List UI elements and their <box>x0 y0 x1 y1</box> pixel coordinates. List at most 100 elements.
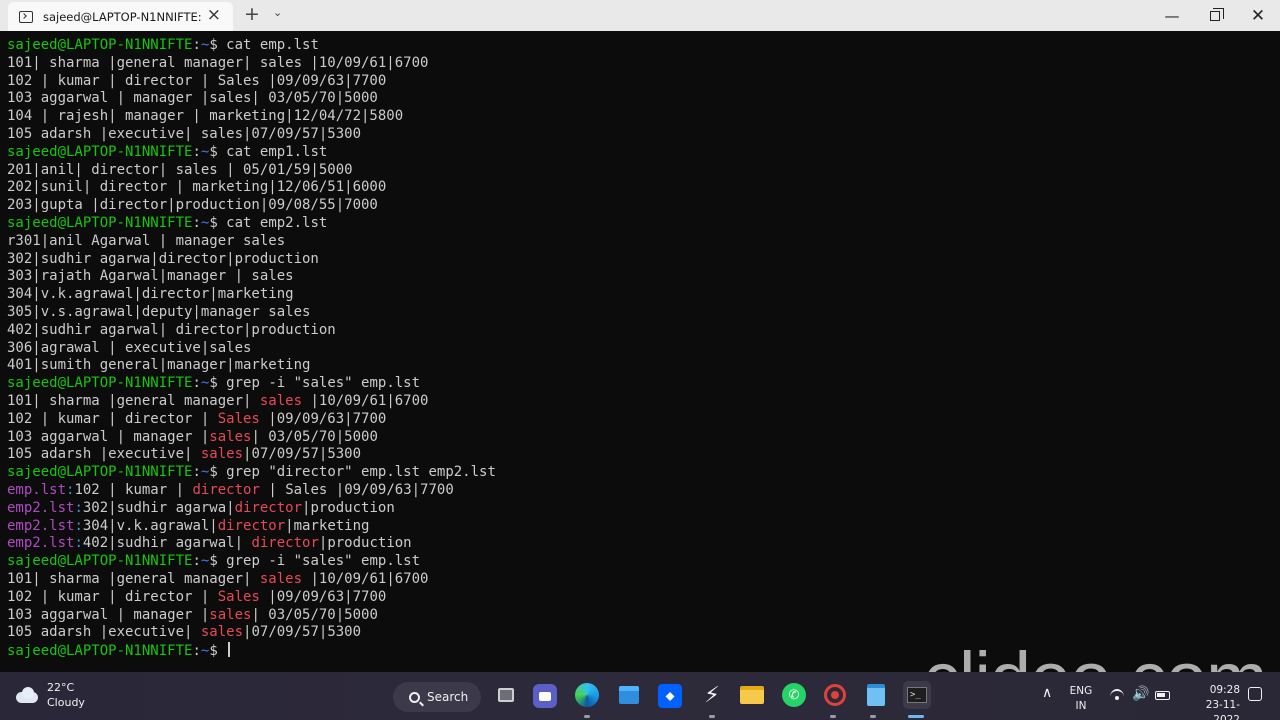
terminal-text: 304|v.k.agrawal| <box>82 517 218 534</box>
terminal-text: 201|anil| director| sales | 05/01/59|500… <box>7 161 353 178</box>
clock[interactable]: 09:28 23-11-2022 <box>1182 683 1240 720</box>
terminal-text: 104 | rajesh| manager | marketing|12/04/… <box>7 108 404 125</box>
grep-match: sales <box>209 606 252 623</box>
terminal-line: emp2.lst:304|v.k.agrawal|director|market… <box>7 518 496 536</box>
minimize-button[interactable]: — <box>1149 0 1195 31</box>
close-window-button[interactable]: ✕ <box>1235 0 1280 31</box>
grep-match: sales <box>200 624 244 641</box>
terminal-line: 203|gupta |director|production|09/08/55|… <box>7 197 496 215</box>
terminal-line: 102 | kumar | director | Sales |09/09/63… <box>7 411 496 429</box>
grep-match: sales <box>259 570 303 587</box>
terminal-text: : <box>74 535 83 552</box>
whatsapp-icon[interactable]: ✆ <box>781 682 807 708</box>
filezilla-icon[interactable]: ⚡ <box>699 682 725 708</box>
prompt-user-host: sajeed@LAPTOP-N1NNIFTE <box>7 553 193 570</box>
close-tab-icon[interactable]: × <box>207 7 221 24</box>
clock-time: 09:28 <box>1209 684 1240 696</box>
volume-icon[interactable]: 🔊 <box>1132 686 1149 702</box>
terminal-line: 101| sharma |general manager| sales |10/… <box>7 55 496 73</box>
terminal-line: 401|sumith general|manager|marketing <box>7 357 496 375</box>
terminal-text: : <box>192 143 201 160</box>
prompt-user-host: sajeed@LAPTOP-N1NNIFTE <box>7 37 193 53</box>
new-tab-button[interactable]: + <box>244 4 260 24</box>
prompt-user-host: sajeed@LAPTOP-N1NNIFTE <box>7 375 193 392</box>
search-label: Search <box>427 690 469 704</box>
active-app-indicator <box>908 715 924 718</box>
terminal-line: 105 adarsh |executive| sales|07/09/57|53… <box>7 624 496 642</box>
terminal-line: emp2.lst:402|sudhir agarwal| director|pr… <box>7 535 496 553</box>
terminal-line: 306|agrawal | executive|sales <box>7 340 496 358</box>
terminal-line: 105 adarsh |executive| sales|07/09/57|53… <box>7 126 496 144</box>
notepad-icon[interactable] <box>863 682 889 708</box>
dropbox-icon[interactable]: ⬥ <box>658 684 682 708</box>
terminal-line: 304|v.k.agrawal|director|marketing <box>7 286 496 304</box>
weather-widget[interactable]: 22°C Cloudy <box>14 680 85 710</box>
terminal-text: : <box>74 499 83 516</box>
battery-icon[interactable] <box>1155 691 1170 700</box>
show-hidden-icons-chevron[interactable]: ∧ <box>1042 685 1052 701</box>
terminal-line: 105 adarsh |executive| sales|07/09/57|53… <box>7 446 496 464</box>
terminal-line: 103 aggarwal | manager |sales| 03/05/70|… <box>7 607 496 625</box>
maximize-button[interactable] <box>1192 0 1238 31</box>
terminal-text: : <box>192 375 201 392</box>
edge-browser-icon[interactable] <box>574 682 600 708</box>
running-indicator <box>584 715 590 718</box>
language-indicator[interactable]: ENG IN <box>1068 684 1094 714</box>
terminal-text: $ grep "director" emp.lst emp2.lst <box>209 464 496 481</box>
teams-chat-icon[interactable] <box>533 684 557 708</box>
terminal-output[interactable]: sajeed@LAPTOP-N1NNIFTE:~$ cat emp.lst 101… <box>0 31 1280 672</box>
terminal-line: 202|sunil| director | marketing|12/06/51… <box>7 179 496 197</box>
terminal-text: 105 adarsh |executive| <box>7 446 201 463</box>
microsoft-store-icon[interactable] <box>616 682 642 708</box>
terminal-text: 105 adarsh |executive| sales|07/09/57|53… <box>7 125 362 142</box>
taskbar-search-button[interactable]: Search <box>393 682 481 712</box>
windows-start-icon[interactable] <box>352 684 376 708</box>
terminal-text: 302|sudhir agarwa|director|production <box>7 250 319 267</box>
terminal-line: emp2.lst:302|sudhir agarwa|director|prod… <box>7 500 496 518</box>
terminal-text: r301|anil Agarwal | manager sales <box>7 232 286 249</box>
terminal-text: $ <box>209 643 227 660</box>
terminal-text: 202|sunil| director | marketing|12/06/51… <box>7 179 387 196</box>
grep-filename: emp.lst <box>7 481 67 498</box>
terminal-line: r301|anil Agarwal | manager sales <box>7 233 496 251</box>
task-view-icon[interactable] <box>493 682 519 708</box>
terminal-text: |09/09/63|7700 <box>259 588 387 605</box>
terminal-line: emp.lst:102 | kumar | director | Sales |… <box>7 482 496 500</box>
terminal-text: |production <box>302 499 395 516</box>
terminal-line: sajeed@LAPTOP-N1NNIFTE:~$ <box>7 642 496 660</box>
terminal-text: |production <box>318 535 412 552</box>
windows-terminal-icon[interactable]: >_ <box>903 681 931 709</box>
running-indicator <box>709 715 715 718</box>
terminal-line: 102 | kumar | director | Sales |09/09/63… <box>7 73 496 91</box>
text-cursor <box>228 642 230 658</box>
weather-description: Cloudy <box>47 696 85 709</box>
terminal-text: $ grep -i "sales" emp.lst <box>209 553 421 570</box>
tab-terminal[interactable]: sajeed@LAPTOP-N1NNIFTE: ~ × <box>8 2 233 31</box>
grep-match: director <box>234 499 303 516</box>
screen-recorder-icon[interactable] <box>822 682 848 708</box>
terminal-text: 402|sudhir agarwal| director|production <box>7 321 336 338</box>
terminal-text: : <box>192 553 201 570</box>
terminal-text: 102 | kumar | director | <box>7 410 218 427</box>
wifi-icon[interactable] <box>1110 689 1124 703</box>
notification-icon[interactable] <box>1248 687 1262 701</box>
terminal-text: 303|rajath Agarwal|manager | sales <box>7 268 294 285</box>
terminal-text: : <box>192 464 201 481</box>
file-explorer-icon[interactable] <box>739 682 765 708</box>
terminal-line: 104 | rajesh| manager | marketing|12/04/… <box>7 108 496 126</box>
terminal-text: 103 aggarwal | manager | <box>7 606 210 623</box>
chevron-down-icon[interactable]: ⌄ <box>273 6 282 19</box>
terminal-line: sajeed@LAPTOP-N1NNIFTE:~$ grep -i "sales… <box>7 375 496 393</box>
terminal-text: | 03/05/70|5000 <box>251 606 378 623</box>
clock-date: 23-11-2022 <box>1205 699 1240 720</box>
cloud-icon <box>14 686 40 704</box>
terminal-text: | Sales |09/09/63|7700 <box>259 481 454 498</box>
terminal-line: sajeed@LAPTOP-N1NNIFTE:~$ grep -i "sales… <box>7 553 496 571</box>
terminal-lines: sajeed@LAPTOP-N1NNIFTE:~$ cat emp.lst 101… <box>7 37 496 660</box>
prompt-user-host: sajeed@LAPTOP-N1NNIFTE <box>7 143 193 160</box>
terminal-text: | 03/05/70|5000 <box>251 428 378 445</box>
terminal-line: sajeed@LAPTOP-N1NNIFTE:~$ cat emp1.lst <box>7 144 496 162</box>
prompt-user-host: sajeed@LAPTOP-N1NNIFTE <box>7 464 193 481</box>
terminal-line: 302|sudhir agarwa|director|production <box>7 251 496 269</box>
terminal-text: |10/09/61|6700 <box>302 392 429 409</box>
